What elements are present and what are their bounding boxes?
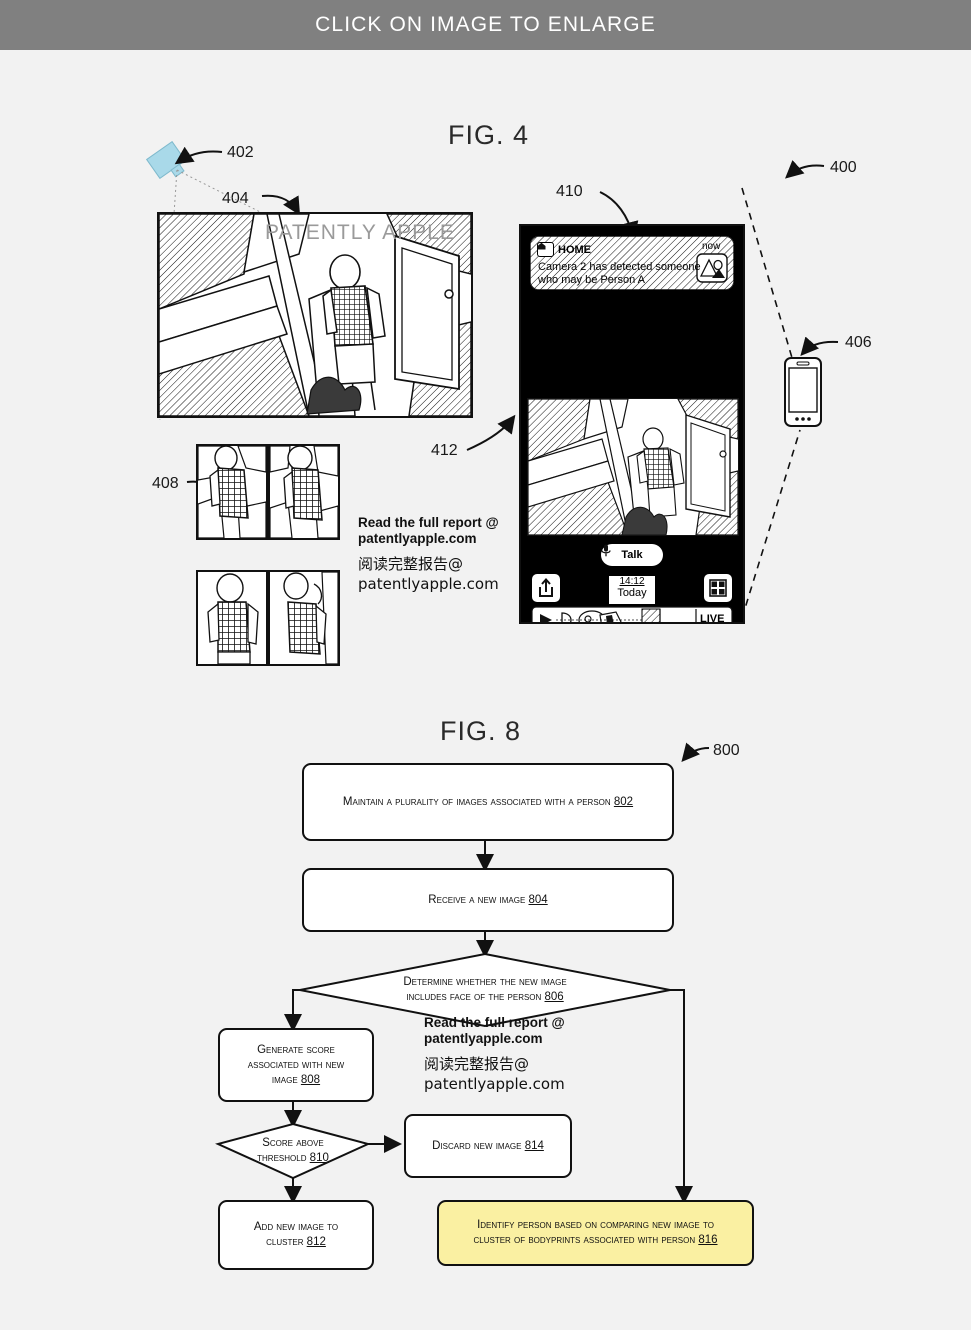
microphone-icon (601, 544, 611, 557)
grid-view-icon (709, 579, 727, 597)
flow-node-810-text: Score above threshold 810 (257, 1137, 329, 1164)
flow-node-812-ref: 812 (306, 1236, 326, 1248)
flow-node-814-ref: 814 (524, 1139, 544, 1152)
notification-410[interactable]: HOME now Camera 2 has detected someone w… (530, 236, 734, 290)
video-feed-scene (528, 399, 738, 535)
video-feed-412[interactable] (527, 398, 739, 536)
notification-message-line1: Camera 2 has detected someone (538, 261, 701, 273)
home-icon (537, 242, 554, 257)
flow-node-804-text: Receive a new image 804 (428, 893, 548, 906)
share-button[interactable] (532, 574, 560, 602)
bodyprint-thumb-1 (198, 446, 266, 538)
flow-node-806-ref: 806 (544, 991, 564, 1003)
phone-device-406-illustration (784, 357, 822, 427)
timeline-scrubber[interactable]: LIVE (531, 606, 733, 624)
bodyprint-thumb-3 (198, 572, 266, 664)
flow-node-810-ref: 810 (309, 1152, 329, 1164)
grid-view-button[interactable] (704, 574, 732, 602)
home-glyph (537, 242, 546, 250)
click-to-enlarge-banner[interactable]: CLICK ON IMAGE TO ENLARGE (0, 0, 971, 50)
flow-node-816-text: Identify person based on comparing new i… (473, 1219, 718, 1246)
banner-label: CLICK ON IMAGE TO ENLARGE (315, 13, 656, 36)
watermark-en-line1: Read the full report @ (358, 515, 499, 530)
bodyprint-thumb-2 (270, 446, 338, 538)
watermark-en-line1: Read the full report @ (424, 1015, 565, 1030)
camera-view-watermark: PATENTLY APPLE (265, 221, 455, 244)
flow-node-812: Add new image to cluster 812 (218, 1200, 374, 1270)
flow-node-816-ref: 816 (698, 1234, 718, 1246)
timestamp-chip: 14:12 Today (609, 576, 655, 604)
notification-time-label: now (702, 241, 721, 252)
phone-device-406 (783, 356, 823, 428)
figure-4: FIG. 4 402 404 400 406 408 410 412 PATEN… (0, 100, 971, 710)
flow-node-814-text: Discard new image 814 (432, 1139, 544, 1152)
watermark-zh-line1: 阅读完整报告@ (424, 1055, 530, 1073)
bodyprint-thumbnail (196, 444, 268, 540)
flow-node-816: Identify person based on comparing new i… (437, 1200, 754, 1266)
timestamp-time: 14:12 (619, 576, 645, 587)
notification-app-row: HOME (537, 242, 591, 257)
flow-node-802: Maintain a plurality of images associate… (302, 763, 674, 841)
bodyprint-thumbnail (196, 570, 268, 666)
notification-thumb-glyph (696, 253, 728, 283)
phone-screen-410: HOME now Camera 2 has detected someone w… (519, 224, 745, 624)
notification-thumbnail-icon (696, 253, 728, 283)
patent-figure-sheet: FIG. 4 402 404 400 406 408 410 412 PATEN… (0, 50, 971, 1280)
share-icon (539, 577, 553, 597)
notification-app-label: HOME (558, 243, 591, 256)
flow-node-804-ref: 804 (528, 893, 548, 906)
watermark-block-fig4: Read the full report @ patentlyapple.com… (358, 515, 499, 594)
watermark-block-fig8: Read the full report @ patentlyapple.com… (424, 1015, 565, 1094)
bodyprint-thumbnail (268, 444, 340, 540)
flow-node-814: Discard new image 814 (404, 1114, 572, 1178)
watermark-zh-line2: patentlyapple.com (424, 1075, 565, 1093)
figure-8: FIG. 8 800 Maintain a plurality of image (0, 710, 971, 1330)
flow-node-808-text: Generate score associated with new image… (247, 1043, 345, 1086)
watermark-zh-line1: 阅读完整报告@ (358, 555, 464, 573)
camera-view-404: PATENTLY APPLE (157, 212, 473, 418)
flow-node-802-ref: 802 (613, 795, 634, 808)
flow-node-810: Score above threshold 810 (218, 1124, 368, 1178)
bodyprint-thumb-4 (270, 572, 338, 664)
flow-node-808-ref: 808 (300, 1073, 321, 1086)
live-label: LIVE (700, 613, 725, 624)
talk-button[interactable]: Talk (601, 544, 663, 566)
flow-node-808: Generate score associated with new image… (218, 1028, 374, 1102)
bodyprint-thumbnail (268, 570, 340, 666)
fig4-leader-lines (159, 146, 839, 619)
flow-node-804: Receive a new image 804 (302, 868, 674, 932)
flow-node-812-text: Add new image to cluster 812 (253, 1221, 339, 1248)
timestamp-day: Today (617, 587, 647, 599)
notification-message-line2: who may be Person A (538, 274, 646, 286)
talk-button-label: Talk (621, 549, 643, 561)
watermark-zh-line2: patentlyapple.com (358, 575, 499, 593)
flow-node-802-text: Maintain a plurality of images associate… (342, 795, 634, 808)
watermark-en-line2: patentlyapple.com (358, 531, 477, 546)
watermark-en-line2: patentlyapple.com (424, 1031, 543, 1046)
